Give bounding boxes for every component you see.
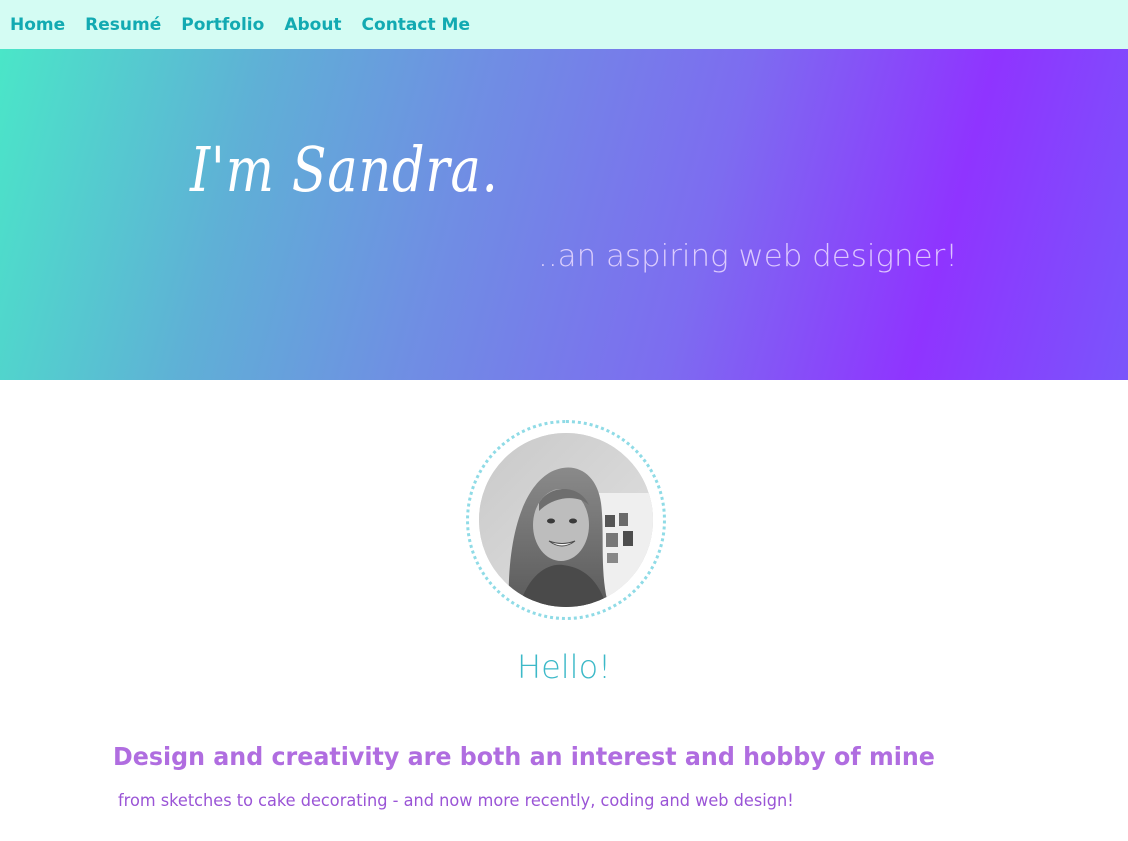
nav-link-about[interactable]: About	[284, 15, 341, 35]
hero-banner: I'm Sandra. ..an aspiring web designer!	[0, 49, 1128, 380]
nav-link-resume[interactable]: Resumé	[85, 15, 161, 35]
intro-heading: Design and creativity are both an intere…	[113, 742, 935, 771]
hero-title: I'm Sandra.	[190, 133, 499, 206]
profile-photo	[479, 433, 653, 607]
intro-body: from sketches to cake decorating - and n…	[118, 791, 794, 811]
nav-link-portfolio[interactable]: Portfolio	[181, 15, 264, 35]
nav-link-contact[interactable]: Contact Me	[362, 15, 470, 35]
hero-subtitle: ..an aspiring web designer!	[538, 239, 958, 274]
profile-photo-illustration	[479, 433, 653, 607]
top-navigation: Home Resumé Portfolio About Contact Me	[0, 0, 1128, 49]
greeting-heading: Hello!	[517, 648, 611, 686]
nav-link-home[interactable]: Home	[10, 15, 65, 35]
